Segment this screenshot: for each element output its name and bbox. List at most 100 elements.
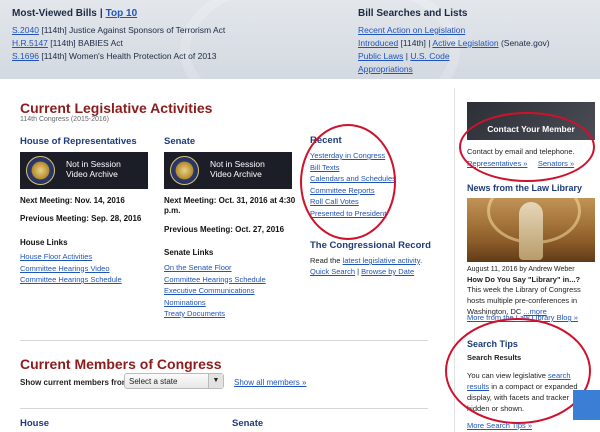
- house-links: House Floor Activities Committee Hearing…: [20, 251, 122, 286]
- senate-next-meeting: Next Meeting: Oct. 31, 2016 at 4:30 p.m.: [164, 196, 295, 216]
- more-search-tips-link[interactable]: More Search Tips »: [467, 420, 532, 431]
- recent-action-link[interactable]: Recent Action on Legislation: [358, 25, 465, 35]
- show-members-label: Show current members from:: [20, 378, 132, 387]
- house-prev-meeting: Previous Meeting: Sep. 28, 2016: [20, 214, 142, 223]
- search-tips-text: You can view legislative search results …: [467, 370, 589, 414]
- show-all-members-link[interactable]: Show all members »: [234, 378, 306, 387]
- top10-link[interactable]: Top 10: [106, 8, 137, 19]
- list-item: S.2040 [114th] Justice Against Sponsors …: [12, 24, 225, 37]
- video-label: Video Archive: [66, 169, 118, 179]
- top-band: Most-Viewed Bills | Top 10 S.2040 [114th] …: [0, 0, 600, 79]
- chevron-down-icon: ▼: [208, 374, 223, 388]
- section-subtitle: 114th Congress (2015-2016): [20, 116, 109, 123]
- us-code-link[interactable]: U.S. Code: [410, 51, 449, 61]
- most-viewed-list: S.2040 [114th] Justice Against Sponsors …: [12, 24, 225, 63]
- record-heading: The Congressional Record: [310, 240, 431, 251]
- house-links-heading: House Links: [20, 238, 68, 247]
- video-status: Not in Session: [210, 159, 265, 169]
- divider: [20, 340, 428, 341]
- separator: |: [405, 51, 408, 61]
- video-status: Not in Session: [66, 159, 121, 169]
- bill-link[interactable]: S.1696: [12, 51, 39, 61]
- senate-members-heading: Senate: [232, 418, 264, 429]
- source-note: (Senate.gov): [500, 38, 550, 48]
- treaty-docs-link[interactable]: Treaty Documents: [164, 309, 225, 318]
- contact-links: Representatives » Senators »: [467, 158, 574, 169]
- video-text: Not in Session Video Archive: [66, 159, 121, 179]
- exec-comms-link[interactable]: Executive Communications: [164, 286, 254, 295]
- statue-figure: [519, 202, 543, 260]
- introduced-link[interactable]: Introduced: [358, 38, 398, 48]
- contact-member-banner[interactable]: Contact Your Member: [467, 102, 595, 140]
- list-item: H.R.5147 [114th] BABIES Act: [12, 37, 225, 50]
- senate-seal-icon: [170, 156, 199, 185]
- browse-date-link[interactable]: Browse by Date: [361, 267, 414, 276]
- main-content: Current Legislative Activities 114th Con…: [0, 88, 448, 432]
- senate-links-heading: Senate Links: [164, 248, 214, 257]
- record-text: Read the latest legislative activity. Qu…: [310, 255, 450, 277]
- most-viewed-label: Most-Viewed Bills: [12, 8, 97, 19]
- meeting-line: p.m.: [164, 206, 181, 215]
- bill-title: [114th] Women's Health Protection Act of…: [41, 51, 217, 61]
- senate-prev-meeting: Previous Meeting: Oct. 27, 2016: [164, 225, 285, 234]
- bill-title: [114th] BABIES Act: [50, 38, 123, 48]
- senate-hearings-link[interactable]: Committee Hearings Schedule: [164, 275, 266, 284]
- video-text: Not in Session Video Archive: [210, 159, 265, 179]
- congress-tag: [114th]: [400, 38, 426, 48]
- senate-floor-link[interactable]: On the Senate Floor: [164, 263, 232, 272]
- bill-link[interactable]: S.2040: [12, 25, 39, 35]
- house-heading: House of Representatives: [20, 136, 137, 147]
- house-seal-icon: [26, 156, 55, 185]
- house-members-heading: House: [20, 418, 50, 429]
- video-label: Video Archive: [210, 169, 262, 179]
- punctuation: .: [419, 256, 423, 265]
- house-video-archive[interactable]: Not in Session Video Archive: [20, 152, 148, 189]
- yesterday-link[interactable]: Yesterday in Congress: [310, 151, 385, 160]
- quick-search-link[interactable]: Quick Search: [310, 267, 355, 276]
- committee-reports-link[interactable]: Committee Reports: [310, 186, 375, 195]
- separator: |: [357, 267, 360, 276]
- law-blog-link[interactable]: More from the Law Library Blog »: [467, 312, 578, 323]
- presented-link[interactable]: Presented to President: [310, 209, 386, 218]
- senate-links: On the Senate Floor Committee Hearings S…: [164, 262, 266, 320]
- house-next-meeting: Next Meeting: Nov. 14, 2016: [20, 196, 125, 205]
- nominations-link[interactable]: Nominations: [164, 298, 206, 307]
- meeting-line: Next Meeting: Oct. 31, 2016 at 4:30: [164, 196, 296, 205]
- bill-title: [114th] Justice Against Sponsors of Terr…: [41, 25, 226, 35]
- senators-link[interactable]: Senators »: [538, 159, 574, 168]
- recent-heading: Recent: [310, 135, 342, 146]
- record-label: Read the: [310, 256, 341, 265]
- bill-link[interactable]: H.R.5147: [12, 38, 48, 48]
- search-tips-heading: Search Tips: [467, 339, 518, 349]
- hearings-video-link[interactable]: Committee Hearings Video: [20, 264, 110, 273]
- list-item: S.1696 [114th] Women's Health Protection…: [12, 50, 225, 63]
- blog-post-image[interactable]: [467, 198, 595, 262]
- house-floor-link[interactable]: House Floor Activities: [20, 252, 92, 261]
- bill-texts-link[interactable]: Bill Texts: [310, 163, 339, 172]
- representatives-link[interactable]: Representatives »: [467, 159, 527, 168]
- section-title: Current Legislative Activities: [20, 100, 213, 116]
- recent-links: Yesterday in Congress Bill Texts Calenda…: [310, 150, 396, 219]
- senate-video-archive[interactable]: Not in Session Video Archive: [164, 152, 292, 189]
- bill-searches-title: Bill Searches and Lists: [358, 8, 468, 19]
- appropriations-link[interactable]: Appropriations: [358, 64, 413, 74]
- search-results-subheading: Search Results: [467, 353, 522, 362]
- hearings-schedule-link[interactable]: Committee Hearings Schedule: [20, 275, 122, 284]
- feedback-button[interactable]: [573, 390, 600, 420]
- contact-text: Contact by email and telephone.: [467, 147, 575, 156]
- latest-activity-link[interactable]: latest legislative activity: [343, 256, 420, 265]
- calendars-link[interactable]: Calendars and Schedules: [310, 174, 396, 183]
- senate-heading: Senate: [164, 136, 196, 147]
- separator: |: [428, 38, 431, 48]
- tips-text: You can view legislative: [467, 371, 546, 380]
- separator: |: [99, 8, 103, 19]
- public-laws-link[interactable]: Public Laws: [358, 51, 403, 61]
- news-heading: News from the Law Library: [467, 183, 583, 193]
- select-value: Select a state: [129, 377, 178, 386]
- state-select[interactable]: Select a state ▼: [124, 373, 224, 389]
- bill-searches-list: Recent Action on Legislation Introduced …: [358, 24, 550, 76]
- active-legislation-link[interactable]: Active Legislation: [432, 38, 498, 48]
- most-viewed-title: Most-Viewed Bills | Top 10: [12, 8, 137, 19]
- roll-call-link[interactable]: Roll Call Votes: [310, 197, 359, 206]
- members-title: Current Members of Congress: [20, 356, 222, 372]
